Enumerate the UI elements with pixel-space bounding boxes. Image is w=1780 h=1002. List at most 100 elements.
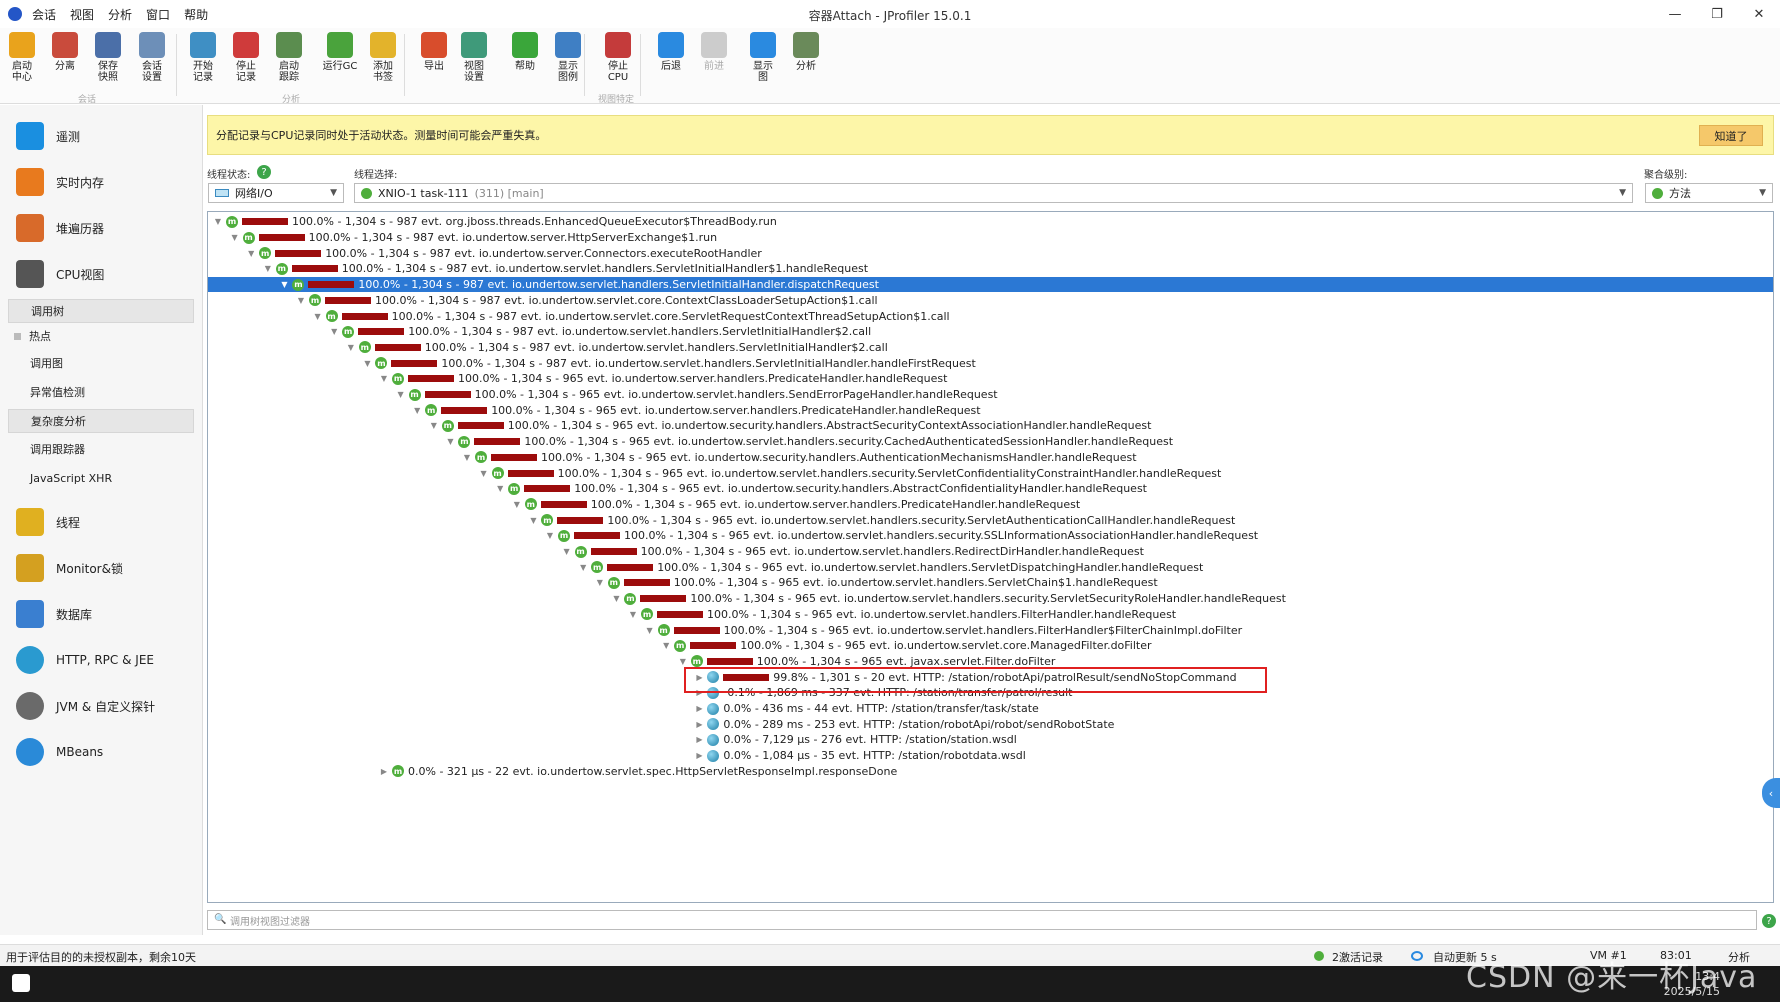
menu-item-4[interactable]: 帮助 [184, 6, 208, 23]
tree-row[interactable]: ▼ m 100.0% - 1,304 s - 965 evt. io.underto… [208, 544, 1773, 560]
tree-row[interactable]: ▼ m 100.0% - 1,304 s - 965 evt. io.underto… [208, 638, 1773, 654]
toolbar-button-6[interactable]: 启动 跟踪 [269, 32, 309, 90]
tree-row[interactable]: ▼ m 100.0% - 1,304 s - 987 evt. io.underto… [208, 276, 1773, 293]
sidebar-item-4[interactable]: 线程 [0, 500, 203, 544]
expand-down-icon[interactable]: ▼ [677, 657, 689, 666]
dismiss-button[interactable]: 知道了 [1699, 125, 1763, 146]
toolbar-button-10[interactable]: 视图 设置 [454, 32, 494, 90]
tree-row[interactable]: ▼ m 100.0% - 1,304 s - 965 evt. io.underto… [208, 450, 1773, 466]
expand-down-icon[interactable]: ▼ [660, 641, 672, 650]
sidebar-item-8[interactable]: JVM & 自定义探针 [0, 684, 203, 728]
tree-row[interactable]: ▶ 0.0% - 436 ms - 44 evt. HTTP: /station/… [208, 701, 1773, 717]
tree-row[interactable]: ▼ m 100.0% - 1,304 s - 987 evt. io.underto… [208, 324, 1773, 340]
tree-row[interactable]: ▶ 0.0% - 289 ms - 253 evt. HTTP: /station… [208, 716, 1773, 732]
tree-row[interactable]: ▼ m 100.0% - 1,304 s - 987 evt. org.jboss.… [208, 214, 1773, 230]
expand-down-icon[interactable]: ▼ [278, 280, 290, 289]
expand-down-icon[interactable]: ▼ [312, 312, 324, 321]
expand-down-icon[interactable]: ▼ [245, 249, 257, 258]
tree-row[interactable]: ▼ m 100.0% - 1,304 s - 987 evt. io.underto… [208, 245, 1773, 261]
expand-down-icon[interactable]: ▼ [644, 626, 656, 635]
thread-select-combo[interactable]: XNIO-1 task-111 (311) [main] ▼ [354, 183, 1633, 203]
tree-row[interactable]: ▼ m 100.0% - 1,304 s - 965 evt. io.underto… [208, 418, 1773, 434]
toolbar-button-8[interactable]: 添加 书签 [363, 32, 403, 90]
aggregation-select[interactable]: 方法 ▼ [1645, 183, 1773, 203]
sidebar-item-9[interactable]: MBeans [0, 730, 203, 774]
expand-right-icon[interactable]: ▶ [693, 735, 705, 744]
sidebar-sub-complexity[interactable]: 复杂度分析 [8, 409, 194, 433]
sidebar-item-6[interactable]: 数据库 [0, 592, 203, 636]
tree-row[interactable]: ▼ m 100.0% - 1,304 s - 987 evt. io.underto… [208, 293, 1773, 309]
expand-down-icon[interactable]: ▼ [428, 421, 440, 430]
sidebar-item-3[interactable]: CPU视图 [0, 252, 203, 296]
expand-down-icon[interactable]: ▼ [494, 484, 506, 493]
tree-row[interactable]: ▼ m 100.0% - 1,304 s - 987 evt. io.underto… [208, 340, 1773, 356]
toolbar-button-14[interactable]: 后退 [651, 32, 691, 90]
expand-down-icon[interactable]: ▼ [561, 547, 573, 556]
sidebar-item-7[interactable]: HTTP, RPC & JEE [0, 638, 203, 682]
toolbar-button-17[interactable]: 分析 [786, 32, 826, 90]
tree-row[interactable]: ▼ m 100.0% - 1,304 s - 965 evt. io.underto… [208, 481, 1773, 497]
tree-row[interactable]: ▼ m 100.0% - 1,304 s - 965 evt. io.underto… [208, 607, 1773, 623]
recordings-count[interactable]: 2激活记录 [1332, 949, 1383, 965]
expand-down-icon[interactable]: ▼ [577, 563, 589, 572]
toolbar-button-16[interactable]: 显示 图 [743, 32, 783, 90]
expand-down-icon[interactable]: ▼ [610, 594, 622, 603]
toolbar-button-1[interactable]: 分离 [45, 32, 85, 90]
expand-down-icon[interactable]: ▼ [328, 327, 340, 336]
tree-row[interactable]: ▼ m 100.0% - 1,304 s - 965 evt. io.underto… [208, 371, 1773, 387]
tree-row[interactable]: ▼ m 100.0% - 1,304 s - 965 evt. io.underto… [208, 622, 1773, 638]
expand-down-icon[interactable]: ▼ [229, 233, 241, 242]
toolbar-button-13[interactable]: 停止 CPU [598, 32, 638, 90]
tree-row[interactable]: ▼ m 100.0% - 1,304 s - 965 evt. io.underto… [208, 591, 1773, 607]
sidebar-group-hotspots[interactable]: 热点 [8, 324, 194, 348]
expand-down-icon[interactable]: ▼ [444, 437, 456, 446]
tree-row[interactable]: ▶ 0.0% - 7,129 µs - 276 evt. HTTP: /stati… [208, 732, 1773, 748]
sidebar-item-0[interactable]: 遥测 [0, 114, 203, 158]
toolbar-button-12[interactable]: 显示 图例 [548, 32, 588, 90]
expand-right-icon[interactable]: ▶ [378, 767, 390, 776]
tree-row[interactable]: ▶ 0.0% - 1,084 µs - 35 evt. HTTP: /statio… [208, 748, 1773, 764]
expand-right-icon[interactable]: ▶ [693, 704, 705, 713]
tree-row[interactable]: ▼ m 100.0% - 1,304 s - 987 evt. io.underto… [208, 261, 1773, 277]
expand-down-icon[interactable]: ▼ [212, 217, 224, 226]
expand-down-icon[interactable]: ▼ [544, 531, 556, 540]
expand-down-icon[interactable]: ▼ [395, 390, 407, 399]
toolbar-button-5[interactable]: 停止 记录 [226, 32, 266, 90]
sidebar-sub-call-tree[interactable]: 调用树 [8, 299, 194, 323]
sidebar-item-1[interactable]: 实时内存 [0, 160, 203, 204]
toolbar-button-11[interactable]: 帮助 [505, 32, 545, 90]
thread-state-select[interactable]: 网络I/O ▼ [208, 183, 344, 203]
sidebar-item-5[interactable]: Monitor&锁 [0, 546, 203, 590]
expand-down-icon[interactable]: ▼ [527, 516, 539, 525]
tree-row[interactable]: ▼ m 100.0% - 1,304 s - 987 evt. io.underto… [208, 355, 1773, 371]
sidebar-sub-js-xhr[interactable]: JavaScript XHR [8, 466, 194, 490]
expand-down-icon[interactable]: ▼ [295, 296, 307, 305]
tree-row[interactable]: ▼ m 100.0% - 1,304 s - 965 evt. io.underto… [208, 402, 1773, 418]
windows-start-icon[interactable] [12, 974, 30, 992]
menu-item-3[interactable]: 窗口 [146, 6, 170, 23]
filter-help-icon[interactable]: ? [1762, 914, 1776, 928]
sidebar-sub-outlier[interactable]: 异常值检测 [8, 380, 194, 404]
close-button[interactable]: ✕ [1738, 0, 1780, 28]
maximize-button[interactable]: ❐ [1696, 0, 1738, 28]
toolbar-button-4[interactable]: 开始 记录 [183, 32, 223, 90]
sidebar-item-2[interactable]: 堆遍历器 [0, 206, 203, 250]
expand-down-icon[interactable]: ▼ [594, 578, 606, 587]
tree-row[interactable]: ▼ m 100.0% - 1,304 s - 965 evt. io.underto… [208, 465, 1773, 481]
expand-down-icon[interactable]: ▼ [478, 469, 490, 478]
toolbar-button-0[interactable]: 启动 中心 [2, 32, 42, 90]
tree-row[interactable]: ▼ m 100.0% - 1,304 s - 965 evt. io.underto… [208, 497, 1773, 513]
expand-down-icon[interactable]: ▼ [411, 406, 423, 415]
expand-down-icon[interactable]: ▼ [361, 359, 373, 368]
toolbar-button-3[interactable]: 会话 设置 [132, 32, 172, 90]
help-icon[interactable]: ? [257, 165, 271, 179]
tree-row[interactable]: ▼ m 100.0% - 1,304 s - 987 evt. io.underto… [208, 230, 1773, 246]
tree-row[interactable]: ▼ m 100.0% - 1,304 s - 965 evt. io.underto… [208, 434, 1773, 450]
expand-down-icon[interactable]: ▼ [262, 264, 274, 273]
tree-row[interactable]: ▼ m 100.0% - 1,304 s - 965 evt. io.underto… [208, 575, 1773, 591]
toolbar-button-15[interactable]: 前进 [694, 32, 734, 90]
menu-item-0[interactable]: 会话 [32, 6, 56, 23]
sidebar-sub-call-graph[interactable]: 调用图 [8, 351, 194, 375]
sidebar-sub-call-tracer[interactable]: 调用跟踪器 [8, 437, 194, 461]
menu-item-2[interactable]: 分析 [108, 6, 132, 23]
